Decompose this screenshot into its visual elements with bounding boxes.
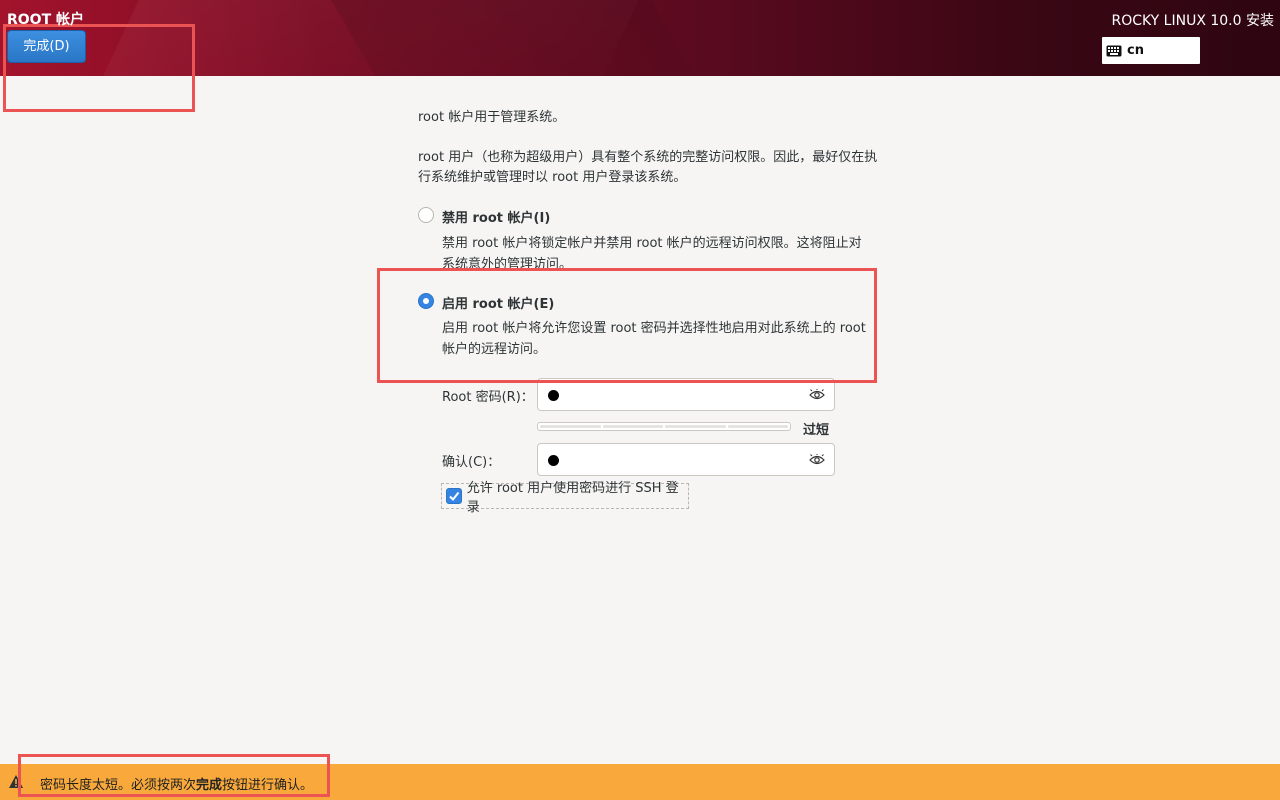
checkbox-checked-icon[interactable]: [446, 488, 462, 504]
show-password-eye-icon[interactable]: [809, 454, 825, 466]
password-strength-label: 过短: [803, 423, 830, 438]
password-dot: [548, 455, 559, 466]
highlight-box-warning: [18, 754, 330, 797]
ssh-password-login-label[interactable]: 允许 root 用户使用密码进行 SSH 登录: [467, 477, 688, 515]
strength-segment: [665, 425, 726, 428]
password-dot: [548, 390, 559, 401]
page-title: ROOT 帐户: [7, 12, 85, 28]
strength-segment: [602, 425, 663, 428]
password-strength-bar: [537, 422, 791, 431]
ssh-password-login-checkbox[interactable]: 允许 root 用户使用密码进行 SSH 登录: [441, 481, 689, 515]
confirm-password-label: 确认(C)：: [442, 455, 501, 470]
highlight-box-enable-root: [377, 268, 877, 383]
intro-text-1: root 帐户用于管理系统。: [418, 110, 566, 125]
strength-segment: [727, 425, 788, 428]
keyboard-layout-label: cn: [1127, 43, 1144, 58]
keyboard-icon: [1106, 45, 1122, 57]
confirm-password-input[interactable]: [537, 443, 835, 476]
strength-segment: [540, 425, 601, 428]
intro-text-2: root 用户（也称为超级用户）具有整个系统的完整访问权限。因此，最好仅在执行系…: [418, 150, 878, 185]
keyboard-layout-indicator[interactable]: cn: [1102, 37, 1200, 64]
disable-root-radio[interactable]: [418, 207, 434, 223]
disable-root-label[interactable]: 禁用 root 帐户(I): [442, 207, 550, 226]
done-button[interactable]: 完成(D): [7, 30, 86, 63]
root-password-label: Root 密码(R)：: [442, 390, 534, 405]
product-title: ROCKY LINUX 10.0 安装: [1111, 13, 1274, 29]
show-password-eye-icon[interactable]: [809, 389, 825, 401]
